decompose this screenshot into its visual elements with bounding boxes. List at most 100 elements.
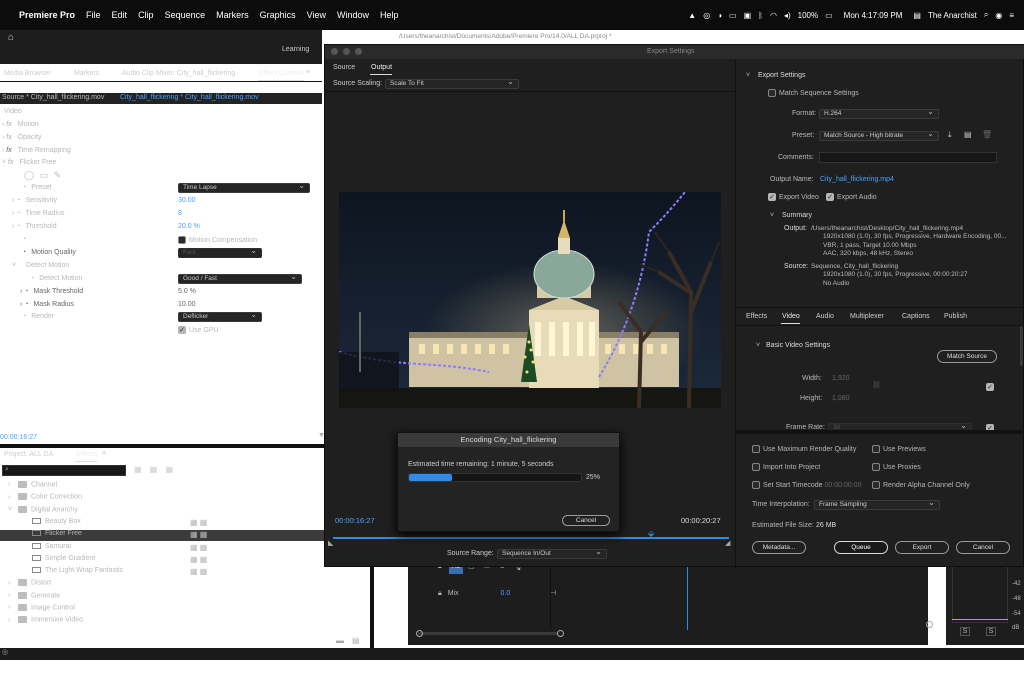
vertical-scroll-handle[interactable] bbox=[926, 621, 933, 628]
expand-icon[interactable]: › bbox=[8, 580, 18, 587]
32bit-effects-icon[interactable]: ▦ bbox=[150, 465, 158, 474]
effects-item[interactable]: The Light Wrap Fantastic ▦ ▦ bbox=[0, 567, 360, 578]
expand-icon[interactable]: ˅ bbox=[8, 506, 18, 513]
lock-icon[interactable]: 🔒︎ bbox=[438, 590, 442, 597]
menu-sequence[interactable]: Sequence bbox=[165, 10, 206, 20]
ec-source[interactable]: Source * City_hall_flickering.mov bbox=[2, 94, 104, 101]
stopwatch-icon[interactable]: ◔ bbox=[24, 301, 28, 308]
tab-effects[interactable]: Effects bbox=[746, 313, 767, 320]
expand-icon[interactable]: › bbox=[8, 481, 18, 488]
tab-audio[interactable]: Audio bbox=[816, 313, 834, 320]
output-name-link[interactable]: City_hall_flickering.mp4 bbox=[820, 176, 894, 183]
menu-clip[interactable]: Clip bbox=[138, 10, 154, 20]
summary-header[interactable]: Summary bbox=[782, 212, 812, 219]
effects-item[interactable]: Samurai ▦ ▦ bbox=[0, 543, 360, 554]
delete-preset-icon[interactable]: 🗑︎ bbox=[982, 130, 992, 139]
scroll-handle-right[interactable] bbox=[557, 630, 564, 637]
ec-time-remapping[interactable]: Time Remapping bbox=[18, 147, 71, 154]
search-icon[interactable]: ⌕ bbox=[984, 10, 988, 20]
stopwatch-icon[interactable]: ◔ bbox=[22, 249, 26, 256]
wifi-icon[interactable]: ◠ bbox=[770, 11, 777, 20]
tab-effects[interactable]: Effects bbox=[76, 451, 97, 458]
ec-mask-radius-value[interactable]: 10.00 bbox=[178, 301, 196, 308]
effects-folder[interactable]: › Generate bbox=[0, 591, 360, 603]
stopwatch-icon[interactable]: ◔ bbox=[30, 275, 34, 282]
ec-motion[interactable]: Motion bbox=[18, 121, 39, 128]
preset-dropdown[interactable]: Match Source - High bitrate bbox=[819, 130, 939, 141]
render-alpha-checkbox[interactable] bbox=[872, 481, 880, 489]
ellipse-mask-icon[interactable]: ◯ bbox=[24, 170, 34, 180]
ec-motion-quality-dropdown[interactable]: Fast bbox=[178, 247, 262, 258]
ec-sensitivity-value[interactable]: 30.00 bbox=[178, 197, 196, 204]
export-video-checkbox[interactable] bbox=[768, 193, 776, 201]
stopwatch-icon[interactable]: ◔ bbox=[22, 236, 26, 243]
close-window-button[interactable] bbox=[331, 48, 338, 55]
export-button[interactable]: Export bbox=[895, 541, 949, 554]
use-previews-checkbox[interactable] bbox=[872, 445, 880, 453]
tab-source[interactable]: Source bbox=[333, 64, 355, 71]
effects-item[interactable]: Simple Gradient ▦ ▦ bbox=[0, 555, 360, 566]
stopwatch-icon[interactable]: ◔ bbox=[16, 223, 20, 230]
height-value[interactable]: 1,080 bbox=[832, 395, 850, 402]
scroll-handle-left[interactable] bbox=[416, 630, 423, 637]
siri-icon[interactable]: ◉ bbox=[995, 11, 1002, 20]
stopwatch-icon[interactable]: ◔ bbox=[16, 210, 20, 217]
collapse-icon[interactable]: ˅ bbox=[770, 212, 774, 219]
save-preset-icon[interactable]: ⤓ bbox=[948, 130, 952, 140]
basic-video-header[interactable]: Basic Video Settings bbox=[766, 342, 830, 349]
start-timecode-value[interactable]: 00:00:00:00 bbox=[824, 482, 861, 489]
pen-mask-icon[interactable]: ✎ bbox=[54, 170, 62, 180]
in-point-icon[interactable]: ◣ bbox=[328, 539, 333, 547]
stopwatch-icon[interactable]: ◔ bbox=[22, 313, 26, 320]
effects-folder[interactable]: › Image Control bbox=[0, 604, 360, 615]
ec-flicker-free[interactable]: Flicker Free bbox=[19, 159, 56, 166]
export-time-end[interactable]: 00:00:20:27 bbox=[681, 516, 721, 525]
start-timecode-checkbox[interactable] bbox=[752, 481, 760, 489]
ec-time-radius-value[interactable]: 8 bbox=[178, 210, 182, 217]
airplay-icon[interactable]: ▣ bbox=[744, 11, 752, 20]
ec-render-dropdown[interactable]: Deflicker bbox=[178, 311, 262, 322]
delete-icon[interactable]: ▤ bbox=[352, 636, 360, 645]
time-interp-dropdown[interactable]: Frame Sampling bbox=[814, 499, 940, 510]
meter-solo-right[interactable]: S bbox=[986, 627, 996, 636]
user-name[interactable]: The Anarchist bbox=[928, 11, 977, 20]
meter-solo-left[interactable]: S bbox=[960, 627, 970, 636]
accelerated-effects-icon[interactable]: ▦ bbox=[134, 465, 142, 474]
flag-icon[interactable]: ▤ bbox=[913, 11, 921, 20]
collapse-icon[interactable]: ˅ bbox=[746, 72, 750, 79]
tab-project[interactable]: Project: ALL DA bbox=[4, 451, 53, 458]
expand-icon[interactable]: › bbox=[2, 134, 4, 141]
tab-effect-controls[interactable]: Effect Controls bbox=[259, 70, 305, 77]
stopwatch-icon[interactable]: ◔ bbox=[16, 197, 20, 204]
creative-cloud-icon[interactable]: ◎ bbox=[703, 11, 710, 20]
expand-icon[interactable]: › bbox=[8, 604, 18, 611]
effects-folder[interactable]: › Immersive Video bbox=[0, 616, 360, 627]
bluetooth-icon[interactable]: ᛒ bbox=[758, 11, 763, 20]
menu-window[interactable]: Window bbox=[337, 10, 369, 20]
zoom-window-button[interactable] bbox=[355, 48, 362, 55]
export-time-start[interactable]: 00:00:16:27 bbox=[335, 516, 375, 525]
tab-media-browser[interactable]: Media Browser bbox=[4, 70, 51, 77]
export-scrubber[interactable] bbox=[333, 537, 729, 539]
use-gpu-checkbox[interactable] bbox=[178, 326, 186, 334]
source-scaling-dropdown[interactable]: Scale To Fit bbox=[385, 78, 519, 89]
ec-timecode[interactable]: 00:00:16:27 bbox=[0, 434, 37, 441]
tab-captions[interactable]: Captions bbox=[902, 313, 930, 320]
menu-list-icon[interactable]: ≡ bbox=[1009, 11, 1014, 20]
effects-folder[interactable]: › Channel bbox=[0, 481, 360, 492]
collapse-icon[interactable]: ˅ bbox=[2, 159, 6, 166]
tab-publish[interactable]: Publish bbox=[944, 313, 967, 320]
format-dropdown[interactable]: H.264 bbox=[819, 108, 939, 119]
menu-markers[interactable]: Markers bbox=[216, 10, 249, 20]
ec-mask-threshold-value[interactable]: 5.0 % bbox=[178, 288, 196, 295]
tab-audio-clip-mixer[interactable]: Audio Clip Mixer: City_hall_flickering bbox=[122, 70, 235, 77]
ec-opacity[interactable]: Opacity bbox=[18, 134, 42, 141]
match-sequence-checkbox[interactable] bbox=[768, 89, 776, 97]
menu-file[interactable]: File bbox=[86, 10, 101, 20]
import-preset-icon[interactable]: ▤ bbox=[964, 130, 972, 139]
width-checkbox[interactable] bbox=[986, 383, 994, 391]
ec-detect-motion-group[interactable]: Detect Motion bbox=[26, 262, 69, 269]
comments-input[interactable] bbox=[819, 152, 997, 163]
volume-icon[interactable]: ◂) bbox=[784, 11, 791, 20]
clock[interactable]: Mon 4:17:09 PM bbox=[844, 11, 903, 20]
